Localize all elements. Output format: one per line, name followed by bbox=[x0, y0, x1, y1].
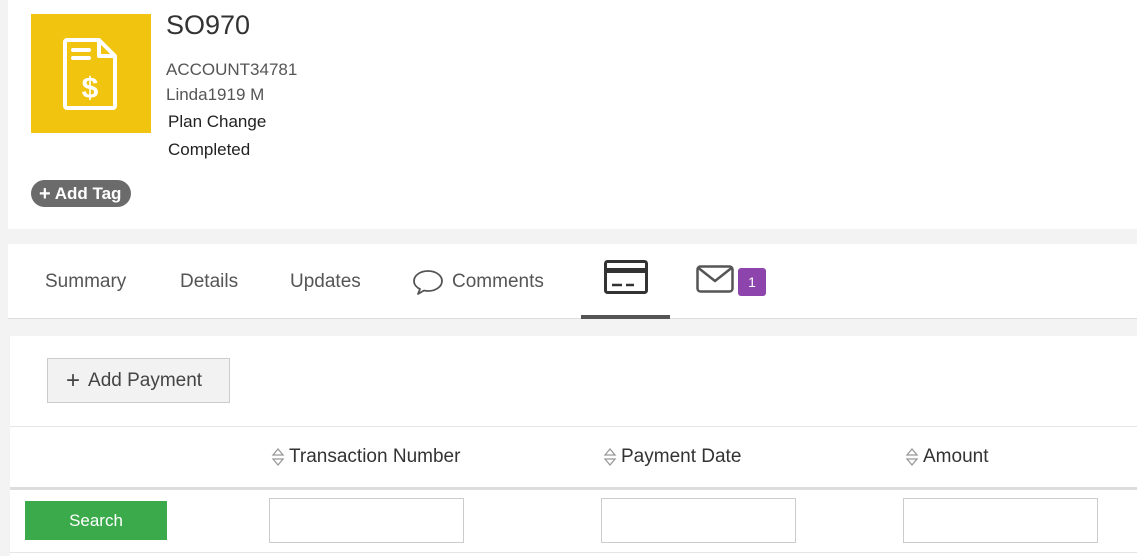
column-label: Transaction Number bbox=[289, 446, 461, 467]
tab-updates-label: Updates bbox=[290, 270, 361, 292]
tab-summary[interactable]: Summary bbox=[45, 244, 126, 319]
comment-bubble-icon bbox=[412, 268, 444, 296]
tab-updates[interactable]: Updates bbox=[290, 244, 361, 319]
search-button[interactable]: Search bbox=[25, 501, 167, 540]
record-type: Plan Change bbox=[168, 112, 267, 131]
divider bbox=[10, 426, 1137, 427]
sort-icon bbox=[271, 447, 285, 467]
divider bbox=[10, 552, 1137, 553]
add-payment-label: Add Payment bbox=[88, 369, 203, 391]
column-label: Payment Date bbox=[621, 446, 742, 467]
tab-emails[interactable]: 1 bbox=[696, 244, 766, 319]
email-count-badge: 1 bbox=[738, 267, 766, 296]
payments-panel: + Add Payment Transaction Number Payment… bbox=[10, 336, 1137, 556]
svg-text:$: $ bbox=[82, 72, 99, 105]
header-divider bbox=[10, 487, 1137, 490]
add-payment-button[interactable]: + Add Payment bbox=[47, 358, 230, 403]
envelope-icon bbox=[696, 264, 734, 299]
tab-payments[interactable] bbox=[581, 244, 670, 319]
invoice-dollar-icon: $ bbox=[31, 14, 151, 133]
tab-bar: Summary Details Updates Comments 1 bbox=[8, 244, 1137, 319]
plus-icon: + bbox=[66, 366, 81, 394]
contact-link[interactable]: Linda1919 M bbox=[166, 85, 264, 105]
record-header: $ SO970 ACCOUNT34781 Linda1919 M Plan Ch… bbox=[8, 0, 1137, 229]
amount-filter-input[interactable] bbox=[903, 498, 1098, 543]
tab-details-label: Details bbox=[180, 270, 239, 292]
record-status: Completed bbox=[168, 140, 251, 159]
record-title: SO970 bbox=[166, 10, 251, 40]
tab-details[interactable]: Details bbox=[180, 244, 238, 319]
tab-summary-label: Summary bbox=[45, 270, 127, 292]
column-header-payment-date[interactable]: Payment Date bbox=[603, 446, 741, 468]
sort-icon bbox=[603, 447, 617, 467]
payment-date-filter-input[interactable] bbox=[601, 498, 796, 543]
column-header-amount[interactable]: Amount bbox=[905, 446, 988, 468]
column-header-transaction-number[interactable]: Transaction Number bbox=[271, 446, 460, 468]
tab-comments-label: Comments bbox=[452, 270, 544, 292]
sort-icon bbox=[905, 447, 919, 467]
tab-comments[interactable]: Comments bbox=[412, 244, 544, 319]
transaction-number-filter-input[interactable] bbox=[269, 498, 464, 543]
plus-icon: + bbox=[39, 182, 51, 205]
add-tag-button[interactable]: + Add Tag bbox=[31, 180, 132, 207]
credit-card-icon bbox=[603, 259, 648, 300]
account-link[interactable]: ACCOUNT34781 bbox=[166, 60, 297, 80]
add-tag-label: Add Tag bbox=[54, 183, 122, 203]
column-label: Amount bbox=[923, 446, 989, 467]
